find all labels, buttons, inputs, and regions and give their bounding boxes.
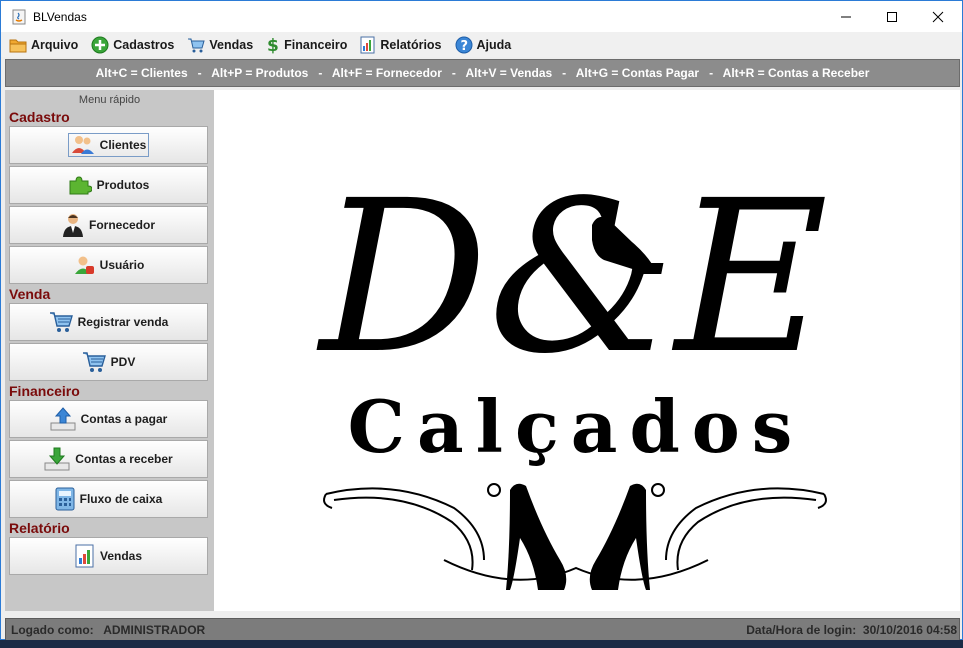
clientes-button[interactable]: Clientes bbox=[9, 126, 208, 164]
dollar-icon: $ bbox=[267, 36, 279, 54]
contas-a-receber-button-label: Contas a receber bbox=[75, 452, 173, 466]
produtos-button[interactable]: Produtos bbox=[9, 166, 208, 204]
contas-a-pagar-button[interactable]: Contas a pagar bbox=[9, 400, 208, 438]
produtos-button-label: Produtos bbox=[96, 178, 150, 192]
cart-icon bbox=[82, 352, 106, 372]
report-icon bbox=[360, 36, 375, 53]
registrar-venda-button-label: Registrar venda bbox=[77, 315, 169, 329]
title-bar[interactable]: BLVendas bbox=[1, 1, 962, 32]
menu-cadastros[interactable]: Cadastros bbox=[91, 36, 174, 54]
calculator-icon bbox=[55, 487, 75, 511]
menu-relatorios[interactable]: Relatórios bbox=[360, 36, 442, 54]
section-title-cadastro: Cadastro bbox=[9, 109, 70, 125]
status-bar: Logado como: ADMINISTRADOR Data/Hora de … bbox=[5, 618, 960, 641]
maximize-button[interactable] bbox=[869, 1, 915, 32]
relatorio-vendas-button-label: Vendas bbox=[99, 549, 143, 563]
section-title-venda: Venda bbox=[9, 286, 51, 302]
report-icon bbox=[75, 544, 94, 568]
add-circle-icon bbox=[91, 36, 109, 53]
logo-monogram: D&E bbox=[316, 155, 829, 400]
main-content-area: D&E Calçados bbox=[214, 90, 960, 611]
relatorio-vendas-button[interactable]: Vendas bbox=[9, 537, 208, 575]
supplier-icon bbox=[62, 214, 83, 237]
svg-text:?: ? bbox=[460, 39, 468, 54]
pdv-button-label: PDV bbox=[110, 355, 136, 369]
menu-arquivo-label: Arquivo bbox=[31, 37, 79, 52]
close-button[interactable] bbox=[915, 1, 961, 32]
maximize-icon bbox=[887, 11, 897, 22]
registrar-venda-button[interactable]: Registrar venda bbox=[9, 303, 208, 341]
usuario-button-label: Usuário bbox=[99, 258, 145, 272]
java-app-icon bbox=[12, 9, 26, 25]
menu-bar: Arquivo Cadastros Vendas $ Financeiro Re… bbox=[1, 32, 962, 57]
close-icon bbox=[932, 11, 944, 22]
clientes-button-label: Clientes bbox=[99, 138, 147, 152]
high-heel-left-icon bbox=[506, 483, 567, 590]
fornecedor-button[interactable]: Fornecedor bbox=[9, 206, 208, 244]
window-title: BLVendas bbox=[33, 10, 87, 24]
os-taskbar bbox=[0, 640, 963, 648]
usuario-button[interactable]: Usuário bbox=[9, 246, 208, 284]
contas-a-pagar-button-label: Contas a pagar bbox=[80, 412, 168, 426]
menu-financeiro[interactable]: $ Financeiro bbox=[266, 36, 347, 54]
upload-icon bbox=[50, 407, 76, 431]
sidebar-caption: Menu rápido bbox=[78, 94, 141, 106]
logged-user-status: Logado como: ADMINISTRADOR bbox=[11, 623, 206, 637]
ornament-flourish-icon bbox=[323, 483, 827, 581]
quick-menu-sidebar: Menu rápido Cadastro Clientes Produtos F… bbox=[5, 90, 214, 611]
minimize-button[interactable] bbox=[823, 1, 869, 32]
shortcut-text: Alt+C = Clientes - Alt+P = Produtos - Al… bbox=[95, 66, 870, 80]
fluxo-de-caixa-button-label: Fluxo de caixa bbox=[79, 492, 163, 506]
cart-icon bbox=[188, 38, 206, 52]
menu-ajuda-label: Ajuda bbox=[476, 37, 512, 52]
pdv-button[interactable]: PDV bbox=[9, 343, 208, 381]
help-icon: ? bbox=[455, 36, 473, 54]
menu-relatorios-label: Relatórios bbox=[380, 37, 442, 52]
folder-icon bbox=[9, 39, 27, 52]
menu-financeiro-label: Financeiro bbox=[284, 37, 348, 52]
contas-a-receber-button[interactable]: Contas a receber bbox=[9, 440, 208, 478]
high-heel-right-icon bbox=[589, 483, 650, 590]
logo-brand: Calçados bbox=[348, 384, 805, 469]
cart-icon bbox=[49, 312, 73, 332]
download-icon bbox=[44, 447, 70, 471]
user-icon bbox=[74, 256, 94, 274]
login-datetime-status: Data/Hora de login: 30/10/2016 04:58 bbox=[746, 623, 957, 637]
menu-vendas[interactable]: Vendas bbox=[187, 37, 253, 53]
section-title-relatorio: Relatório bbox=[9, 520, 70, 536]
puzzle-icon bbox=[69, 176, 92, 195]
menu-vendas-label: Vendas bbox=[209, 37, 254, 52]
section-title-financeiro: Financeiro bbox=[9, 383, 80, 399]
users-icon bbox=[71, 136, 94, 154]
menu-arquivo[interactable]: Arquivo bbox=[9, 37, 78, 53]
minimize-icon bbox=[841, 16, 851, 17]
shortcut-bar: Alt+C = Clientes - Alt+P = Produtos - Al… bbox=[5, 59, 960, 87]
menu-ajuda[interactable]: ? Ajuda bbox=[455, 36, 512, 54]
company-logo: D&E Calçados bbox=[316, 155, 829, 590]
svg-text:$: $ bbox=[267, 36, 279, 54]
fornecedor-button-label: Fornecedor bbox=[88, 218, 155, 232]
fluxo-de-caixa-button[interactable]: Fluxo de caixa bbox=[9, 480, 208, 518]
menu-cadastros-label: Cadastros bbox=[113, 37, 175, 52]
app-window: BLVendas Arquivo Cadastros Vendas $ Fina… bbox=[0, 0, 963, 641]
